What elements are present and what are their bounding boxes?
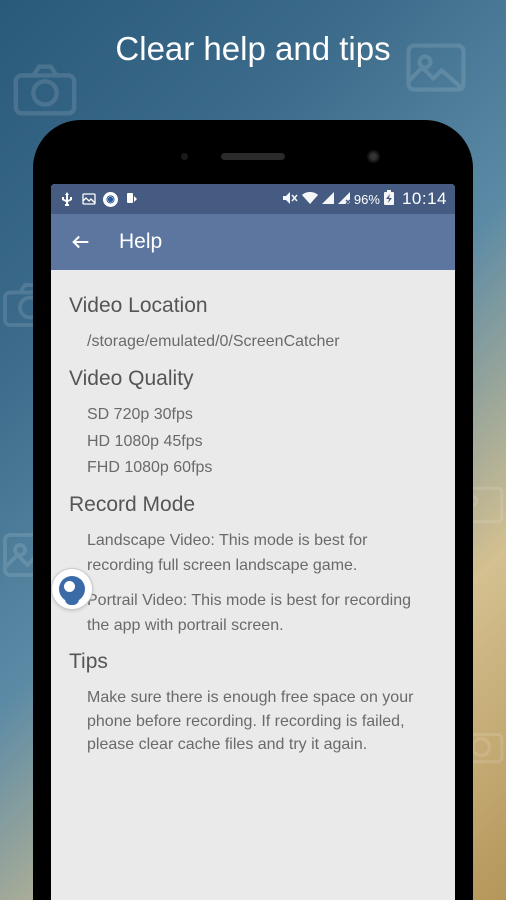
app-bar: Help — [51, 214, 455, 270]
record-mode-portrait: Portrail Video: This mode is best for re… — [87, 589, 437, 639]
phone-screen: ◉ — [51, 184, 455, 900]
sensor-dot — [181, 153, 188, 160]
section-title-video-location: Video Location — [69, 294, 437, 318]
quality-option: FHD 1080p 60fps — [87, 456, 437, 481]
help-content: Video Location /storage/emulated/0/Scree… — [51, 270, 455, 756]
back-button[interactable] — [63, 224, 99, 260]
phone-mockup: ◉ — [33, 120, 473, 900]
phone-hardware-top — [51, 128, 455, 184]
marketing-title: Clear help and tips — [0, 0, 506, 68]
section-title-record-mode: Record Mode — [69, 493, 437, 517]
signal-icon — [338, 191, 350, 207]
quality-option: HD 1080p 45fps — [87, 430, 437, 455]
bg-camera-icon — [10, 60, 80, 120]
camera-eye-icon — [59, 576, 85, 602]
usb-icon — [59, 191, 75, 207]
video-location-path: /storage/emulated/0/ScreenCatcher — [87, 330, 437, 355]
floating-record-button[interactable] — [51, 568, 93, 610]
status-bar: ◉ — [51, 184, 455, 214]
wifi-icon — [302, 191, 318, 207]
tips-body: Make sure there is enough free space on … — [87, 686, 437, 756]
battery-icon — [384, 190, 394, 208]
speaker-grille — [221, 153, 285, 160]
device-notif-icon — [124, 191, 140, 207]
record-mode-landscape: Landscape Video: This mode is best for r… — [87, 529, 437, 579]
app-notif-icon: ◉ — [103, 192, 118, 207]
gallery-notif-icon — [81, 191, 97, 207]
clock-text: 10:14 — [402, 189, 447, 209]
section-title-tips: Tips — [69, 650, 437, 674]
battery-percent: 96% — [354, 192, 380, 207]
page-title: Help — [119, 230, 162, 254]
quality-option: SD 720p 30fps — [87, 403, 437, 428]
section-title-video-quality: Video Quality — [69, 367, 437, 391]
signal-icon — [322, 191, 334, 207]
front-camera — [367, 150, 380, 163]
arrow-left-icon — [70, 231, 92, 253]
mute-icon — [282, 191, 298, 208]
